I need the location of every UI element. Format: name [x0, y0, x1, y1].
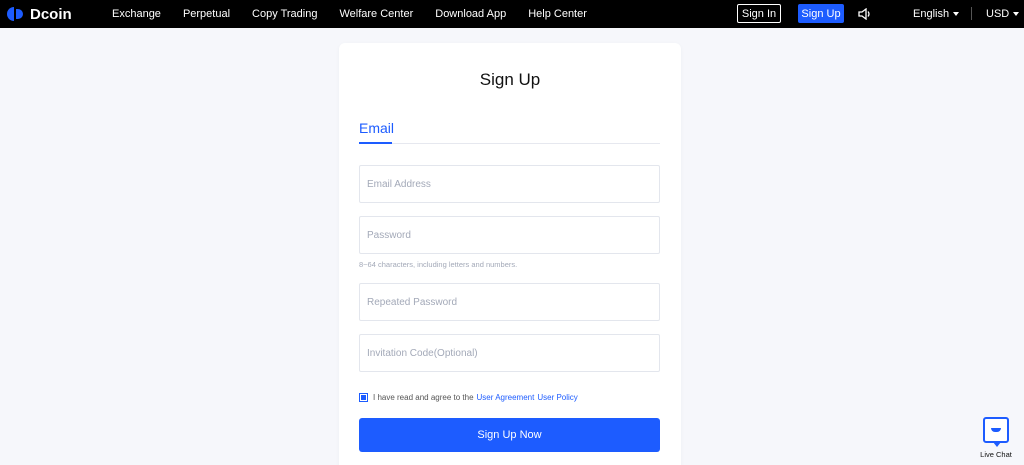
- nav-copy-trading[interactable]: Copy Trading: [252, 8, 317, 20]
- password-field[interactable]: [359, 216, 660, 254]
- repeat-password-field[interactable]: [359, 283, 660, 321]
- language-label: English: [913, 8, 950, 20]
- sign-in-button[interactable]: Sign In: [737, 4, 781, 23]
- dcoin-logo-icon: [7, 7, 25, 21]
- tab-email[interactable]: Email: [359, 120, 394, 136]
- header-divider: [971, 7, 972, 20]
- currency-label: USD: [986, 8, 1010, 20]
- live-chat-label: Live Chat: [980, 450, 1012, 459]
- chevron-down-icon: [953, 12, 960, 16]
- email-field[interactable]: [359, 165, 660, 203]
- nav-help-center[interactable]: Help Center: [528, 8, 587, 20]
- password-hint: 8~64 characters, including letters and n…: [359, 260, 518, 269]
- sign-up-now-button[interactable]: Sign Up Now: [359, 418, 660, 452]
- currency-selector[interactable]: USD: [986, 8, 1020, 20]
- sound-icon[interactable]: [858, 8, 872, 20]
- chevron-down-icon: [1013, 12, 1020, 16]
- active-tab-indicator: [359, 142, 392, 144]
- brand-name: Dcoin: [30, 5, 72, 23]
- invitation-code-field[interactable]: [359, 334, 660, 372]
- nav-welfare-center[interactable]: Welfare Center: [339, 8, 413, 20]
- nav-download-app[interactable]: Download App: [435, 8, 506, 20]
- language-selector[interactable]: English: [913, 8, 960, 20]
- agreement-text: I have read and agree to the: [373, 393, 474, 402]
- brand-logo[interactable]: Dcoin: [7, 6, 103, 23]
- chat-icon: [983, 417, 1009, 447]
- tab-divider: [359, 143, 660, 144]
- user-policy-link[interactable]: User Policy: [537, 393, 577, 402]
- nav-exchange[interactable]: Exchange: [112, 8, 161, 20]
- user-agreement-link[interactable]: User Agreement: [477, 393, 535, 402]
- agreement-checkbox[interactable]: [359, 393, 368, 402]
- nav-perpetual[interactable]: Perpetual: [183, 8, 230, 20]
- live-chat-button[interactable]: Live Chat: [976, 417, 1016, 463]
- sign-up-button[interactable]: Sign Up: [798, 4, 844, 23]
- page-title: Sign Up: [479, 70, 541, 89]
- main-nav: Exchange Perpetual Copy Trading Welfare …: [103, 8, 609, 20]
- signup-card: Sign Up Email 8~64 characters, including…: [339, 43, 681, 465]
- agreement-row: I have read and agree to the User Agreem…: [359, 393, 578, 402]
- top-navigation-bar: Dcoin Exchange Perpetual Copy Trading We…: [0, 0, 1024, 28]
